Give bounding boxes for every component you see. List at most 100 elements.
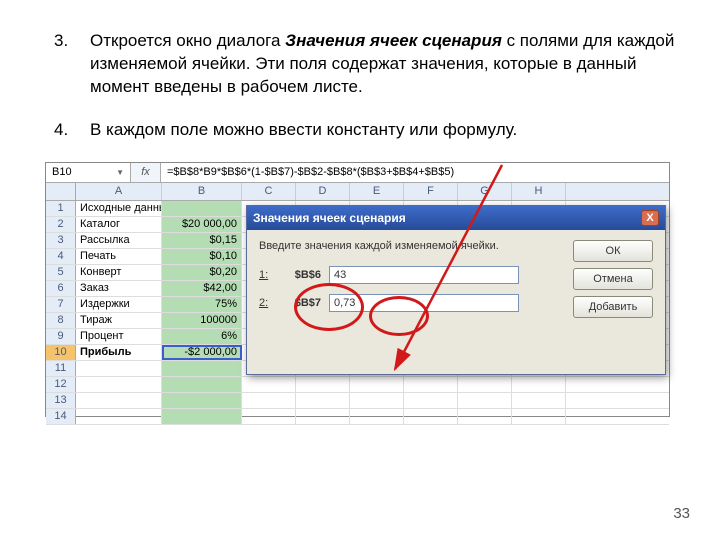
cell-empty[interactable] (512, 409, 566, 424)
cell-empty[interactable] (350, 409, 404, 424)
cell-a[interactable] (76, 377, 162, 392)
cell-b[interactable]: 6% (162, 329, 242, 344)
cell-a[interactable]: Исходные данные (76, 201, 162, 216)
cancel-button[interactable]: Отмена (573, 268, 653, 290)
row-number[interactable]: 13 (46, 393, 76, 408)
col-head-b[interactable]: B (162, 183, 242, 200)
cell-b[interactable]: $42,00 (162, 281, 242, 296)
row-number[interactable]: 1 (46, 201, 76, 216)
cell-b[interactable]: $0,20 (162, 265, 242, 280)
cell-empty[interactable] (458, 377, 512, 392)
bullet-3-pre: Откроется окно диалога (90, 31, 285, 50)
bullet-3-emph: Значения ячеек сценария (285, 31, 502, 50)
cell-empty[interactable] (296, 409, 350, 424)
row-number[interactable]: 3 (46, 233, 76, 248)
row-number[interactable]: 2 (46, 217, 76, 232)
field-1-ref: $B$6 (279, 269, 329, 281)
cell-b[interactable] (162, 409, 242, 424)
cell-a[interactable]: Тираж (76, 313, 162, 328)
cell-b[interactable]: $0,10 (162, 249, 242, 264)
row-number[interactable]: 7 (46, 297, 76, 312)
cell-a[interactable] (76, 409, 162, 424)
cell-b[interactable]: -$2 000,00 (162, 345, 242, 360)
table-row: 14 (46, 409, 669, 425)
cell-empty[interactable] (296, 393, 350, 408)
cell-b[interactable] (162, 361, 242, 376)
cell-b[interactable]: $20 000,00 (162, 217, 242, 232)
name-box-dropdown-icon[interactable]: ▼ (116, 168, 124, 177)
row-number[interactable]: 11 (46, 361, 76, 376)
col-head-d[interactable]: D (296, 183, 350, 200)
col-head-h[interactable]: H (512, 183, 566, 200)
cell-a[interactable]: Рассылка (76, 233, 162, 248)
row-number[interactable]: 12 (46, 377, 76, 392)
fx-label[interactable]: fx (131, 163, 161, 182)
excel-screenshot: B10 ▼ fx =$B$8*B9*$B$6*(1-$B$7)-$B$2-$B$… (45, 162, 670, 417)
add-button[interactable]: Добавить (573, 296, 653, 318)
row-number[interactable]: 10 (46, 345, 76, 360)
page-number: 33 (673, 505, 690, 522)
cell-empty[interactable] (242, 393, 296, 408)
cell-empty[interactable] (296, 377, 350, 392)
bullet-3-number: 3. (54, 30, 68, 53)
dialog-instruction: Введите значения каждой изменяемой ячейк… (259, 240, 573, 252)
row-number[interactable]: 6 (46, 281, 76, 296)
bullet-3: 3. Откроется окно диалога Значения ячеек… (90, 30, 675, 99)
bullet-4: 4. В каждом поле можно ввести константу … (90, 119, 675, 142)
cell-empty[interactable] (512, 393, 566, 408)
cell-empty[interactable] (404, 377, 458, 392)
cell-b[interactable] (162, 201, 242, 216)
table-row: 13 (46, 393, 669, 409)
cell-empty[interactable] (404, 393, 458, 408)
cell-a[interactable]: Издержки (76, 297, 162, 312)
col-head-g[interactable]: G (458, 183, 512, 200)
cell-empty[interactable] (350, 393, 404, 408)
cell-empty[interactable] (458, 409, 512, 424)
cell-a[interactable]: Заказ (76, 281, 162, 296)
row-number[interactable]: 14 (46, 409, 76, 424)
row-number[interactable]: 9 (46, 329, 76, 344)
cell-a[interactable]: Процент (76, 329, 162, 344)
dialog-titlebar[interactable]: Значения ячеек сценария X (247, 206, 665, 230)
formula-input[interactable]: =$B$8*B9*$B$6*(1-$B$7)-$B$2-$B$8*($B$3+$… (161, 163, 669, 182)
cell-empty[interactable] (242, 409, 296, 424)
close-icon[interactable]: X (641, 210, 659, 226)
scenario-values-dialog: Значения ячеек сценария X Введите значен… (246, 205, 666, 375)
cell-a[interactable]: Каталог (76, 217, 162, 232)
field-2-label: 2: (259, 297, 279, 309)
cell-a[interactable]: Печать (76, 249, 162, 264)
row-number[interactable]: 5 (46, 265, 76, 280)
bullet-4-number: 4. (54, 119, 68, 142)
row-number[interactable]: 8 (46, 313, 76, 328)
row-number[interactable]: 4 (46, 249, 76, 264)
name-box-value: B10 (52, 166, 72, 178)
col-head-c[interactable]: C (242, 183, 296, 200)
bullet-4-text: В каждом поле можно ввести константу или… (90, 120, 517, 139)
cell-empty[interactable] (350, 377, 404, 392)
col-head-a[interactable]: A (76, 183, 162, 200)
cell-empty[interactable] (242, 377, 296, 392)
name-box[interactable]: B10 ▼ (46, 163, 131, 182)
cell-b[interactable]: $0,15 (162, 233, 242, 248)
cell-empty[interactable] (458, 393, 512, 408)
table-row: 12 (46, 377, 669, 393)
field-2-ref: $B$7 (279, 297, 329, 309)
dialog-title-text: Значения ячеек сценария (253, 211, 406, 225)
cell-b[interactable] (162, 377, 242, 392)
cell-b[interactable]: 75% (162, 297, 242, 312)
cell-a[interactable] (76, 393, 162, 408)
field-2-input[interactable]: 0,73 (329, 294, 519, 312)
col-head-f[interactable]: F (404, 183, 458, 200)
column-headers: A B C D E F G H (46, 183, 669, 201)
col-head-e[interactable]: E (350, 183, 404, 200)
cell-empty[interactable] (512, 377, 566, 392)
cell-a[interactable]: Прибыль (76, 345, 162, 360)
field-1-input[interactable]: 43 (329, 266, 519, 284)
ok-button[interactable]: ОК (573, 240, 653, 262)
cell-b[interactable] (162, 393, 242, 408)
cell-b[interactable]: 100000 (162, 313, 242, 328)
field-row-1: 1: $B$6 43 (259, 266, 573, 284)
cell-a[interactable] (76, 361, 162, 376)
cell-a[interactable]: Конверт (76, 265, 162, 280)
cell-empty[interactable] (404, 409, 458, 424)
